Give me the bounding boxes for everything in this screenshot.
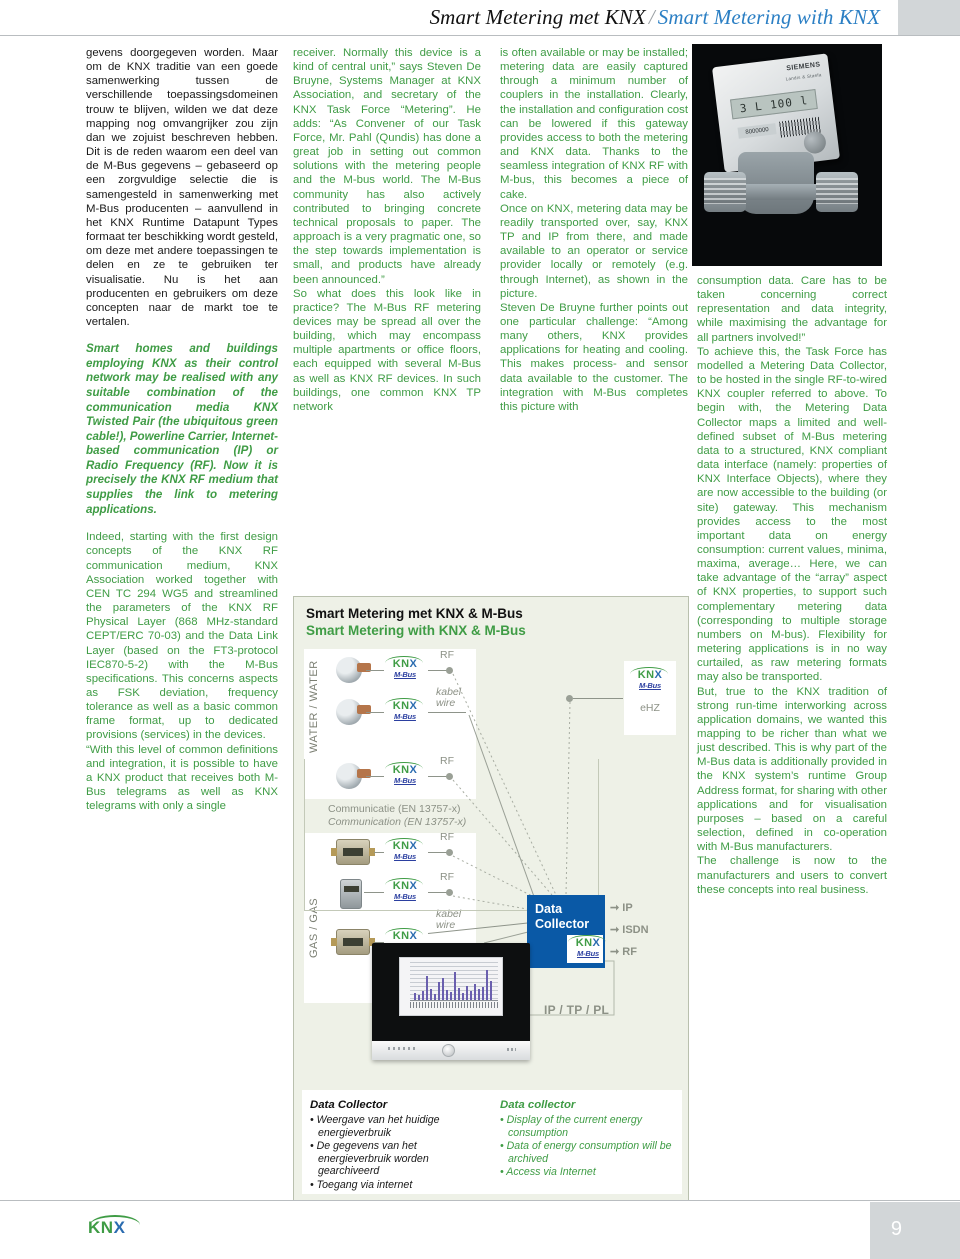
col1-lead-paragraph: Smart homes and buildings employing KNX … xyxy=(86,342,278,516)
caption-item: Toegang via internet xyxy=(310,1179,486,1192)
knx-footer-logo: KNX xyxy=(88,1215,144,1242)
caption-heading-en: Data collector xyxy=(500,1099,576,1111)
text-column-4: consumption data. Care has to be taken c… xyxy=(697,274,887,897)
caption-item: Access via Internet xyxy=(500,1166,676,1179)
display-bezel xyxy=(372,1041,530,1060)
col1-paragraph-3: “With this level of common definitions a… xyxy=(86,743,278,813)
header-title-nl: Smart Metering met KNX xyxy=(429,5,646,29)
caption-column-nl: Data Collector Weergave van het huidige … xyxy=(302,1090,492,1194)
col2-paragraph-1: receiver. Normally this device is a kind… xyxy=(293,47,481,286)
diagram-title-nl: Smart Metering met KNX & M-Bus xyxy=(306,606,523,621)
text-column-3: is often available or may be installed; … xyxy=(500,46,688,414)
diagram-canvas: WATER / WATER KNX M-Bus RF KNX M-Bus kab… xyxy=(294,643,690,1073)
col1-paragraph-2: Indeed, starting with the first design c… xyxy=(86,531,278,742)
meter-valve-body xyxy=(738,152,814,214)
meter-coupling-left xyxy=(704,172,746,212)
caption-item: Data of energy consumption will be archi… xyxy=(500,1140,676,1165)
col4-paragraph-3: But, true to the KNX tradition of strong… xyxy=(697,685,887,854)
text-column-2: receiver. Normally this device is a kind… xyxy=(293,46,481,414)
col4-paragraph-2: To achieve this, the Task Force has mode… xyxy=(697,345,887,684)
text-column-1: gevens doorgegeven worden. Maar om de KN… xyxy=(86,46,278,813)
col3-paragraph-3: Steven De Bruyne further points out one … xyxy=(500,301,688,413)
diagram-title-en: Smart Metering with KNX & M-Bus xyxy=(306,623,526,638)
header-title-separator: / xyxy=(648,5,655,29)
smart-metering-diagram-panel: Smart Metering met KNX & M-Bus Smart Met… xyxy=(293,596,689,1203)
header-title-en: Smart Metering with KNX xyxy=(657,5,880,29)
diagram-caption: Data Collector Weergave van het huidige … xyxy=(302,1090,682,1194)
caption-item: De gegevens van het energieverbruik word… xyxy=(310,1140,486,1178)
caption-item: Weergave van het huidige energieverbruik xyxy=(310,1114,486,1139)
caption-list-en: Display of the current energy consumptio… xyxy=(500,1114,676,1179)
display-dial-icon[interactable] xyxy=(442,1044,455,1057)
display-indicator-leds-2 xyxy=(507,1048,516,1051)
page-header-title: Smart Metering met KNX / Smart Metering wi… xyxy=(430,5,960,30)
page-footer: KNX 9 xyxy=(0,1200,960,1259)
col4-paragraph-1: consumption data. Care has to be taken c… xyxy=(697,275,887,344)
caption-heading-nl: Data Collector xyxy=(310,1099,388,1111)
caption-column-en: Data collector Display of the current en… xyxy=(492,1090,682,1194)
display-indicator-leds xyxy=(388,1047,418,1050)
display-screen xyxy=(399,957,503,1016)
meter-lcd-display: 3 L 100 l xyxy=(730,89,818,120)
col2-paragraph-2: So what does this look like in practice?… xyxy=(293,287,481,413)
footer-corner-tab xyxy=(870,1202,960,1259)
energy-consumption-chart xyxy=(410,962,498,1008)
ip-tp-pl-label: IP / TP / PL xyxy=(544,1003,610,1017)
meter-brand-label: SIEMENS xyxy=(785,61,821,73)
col3-paragraph-2: Once on KNX, metering data may be readil… xyxy=(500,202,688,300)
page-number: 9 xyxy=(890,1218,902,1240)
col3-paragraph-1: is often available or may be installed; … xyxy=(500,47,688,201)
col4-paragraph-4: The challenge is now to the manufacturer… xyxy=(697,855,887,896)
caption-list-nl: Weergave van het huidige energieverbruik… xyxy=(310,1114,486,1192)
meter-sub-brand-label: Landis & Staefa xyxy=(785,72,822,82)
meter-serial-label: 8000000 xyxy=(737,123,777,139)
meter-coupling-right xyxy=(816,172,858,212)
page-header: Smart Metering met KNX / Smart Metering wi… xyxy=(0,0,960,36)
heat-meter-photo: SIEMENS Landis & Staefa 3 L 100 l 800000… xyxy=(692,44,882,266)
header-corner-tab xyxy=(898,0,960,35)
col1-paragraph-1: gevens doorgegeven worden. Maar om de KN… xyxy=(86,47,278,328)
visualisation-display xyxy=(372,943,530,1060)
caption-item: Display of the current energy consumptio… xyxy=(500,1114,676,1139)
